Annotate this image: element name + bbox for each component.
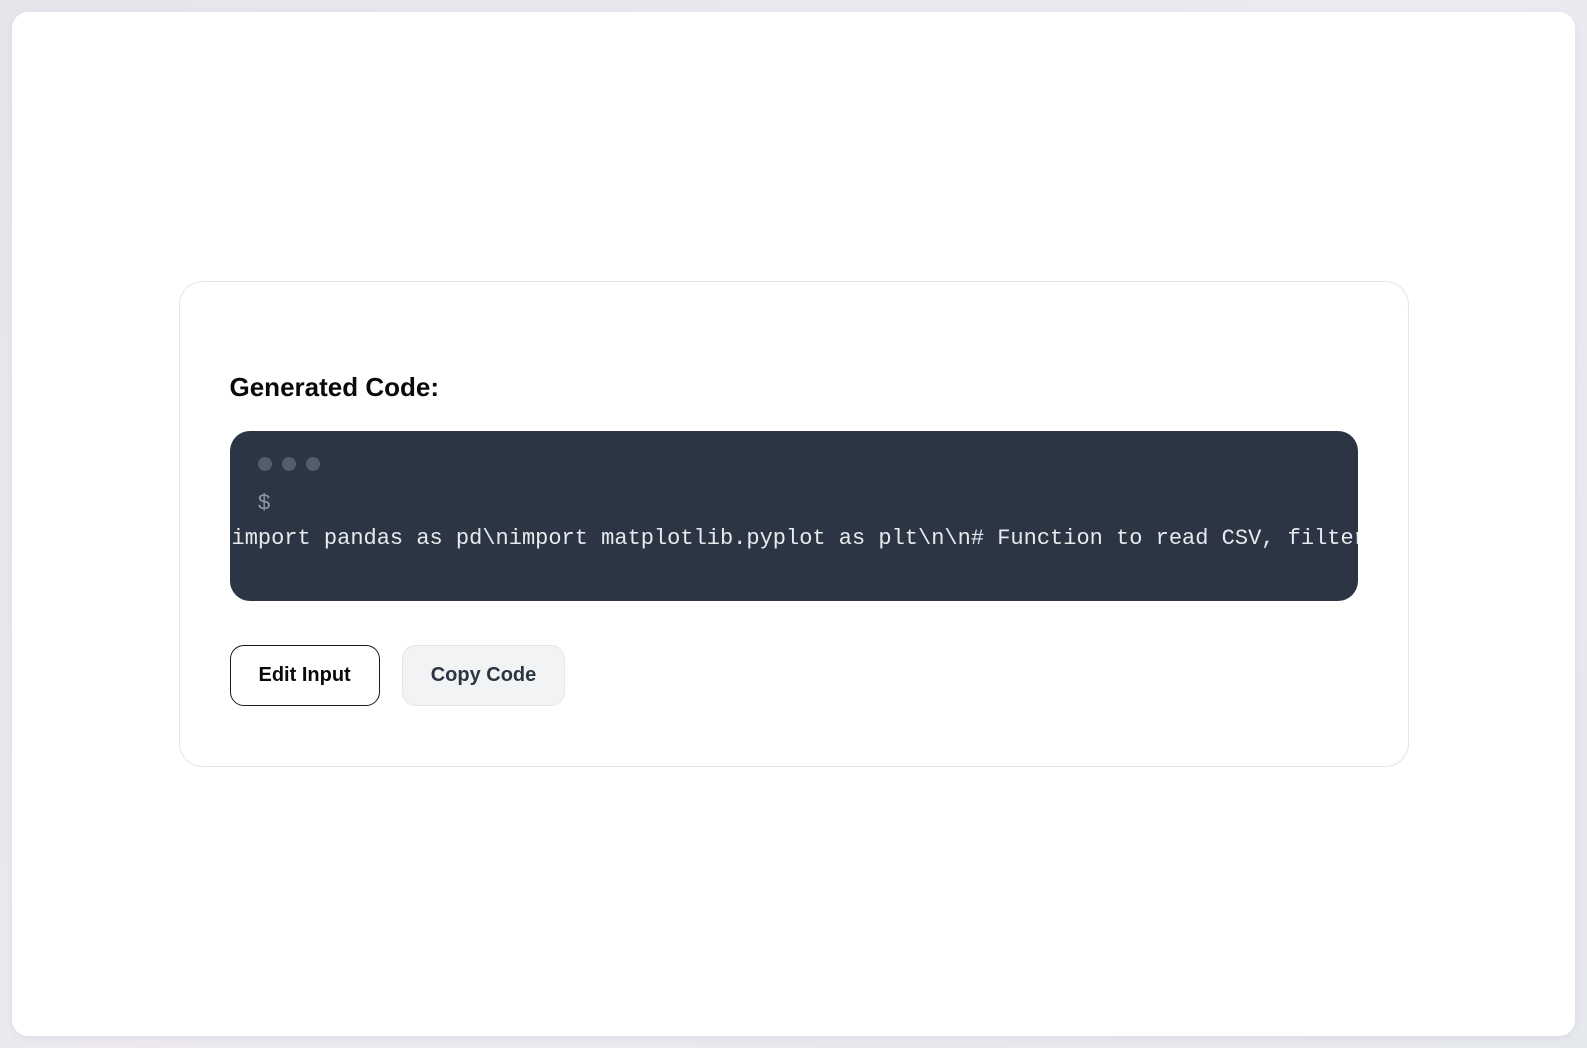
window-dot-icon xyxy=(306,457,320,471)
outer-panel: Generated Code: $ import pandas as pd\ni… xyxy=(12,12,1575,1036)
code-output: import pandas as pd\nimport matplotlib.p… xyxy=(230,526,1358,551)
window-dot-icon xyxy=(258,457,272,471)
copy-code-button[interactable]: Copy Code xyxy=(402,645,566,706)
shell-prompt: $ xyxy=(258,491,271,516)
prompt-line: $ xyxy=(230,491,1358,516)
window-dot-icon xyxy=(282,457,296,471)
window-controls xyxy=(230,457,1358,471)
button-row: Edit Input Copy Code xyxy=(230,645,1358,706)
terminal-window: $ import pandas as pd\nimport matplotlib… xyxy=(230,431,1358,601)
card-heading: Generated Code: xyxy=(230,372,1358,403)
generated-code-card: Generated Code: $ import pandas as pd\ni… xyxy=(179,281,1409,767)
edit-input-button[interactable]: Edit Input xyxy=(230,645,380,706)
